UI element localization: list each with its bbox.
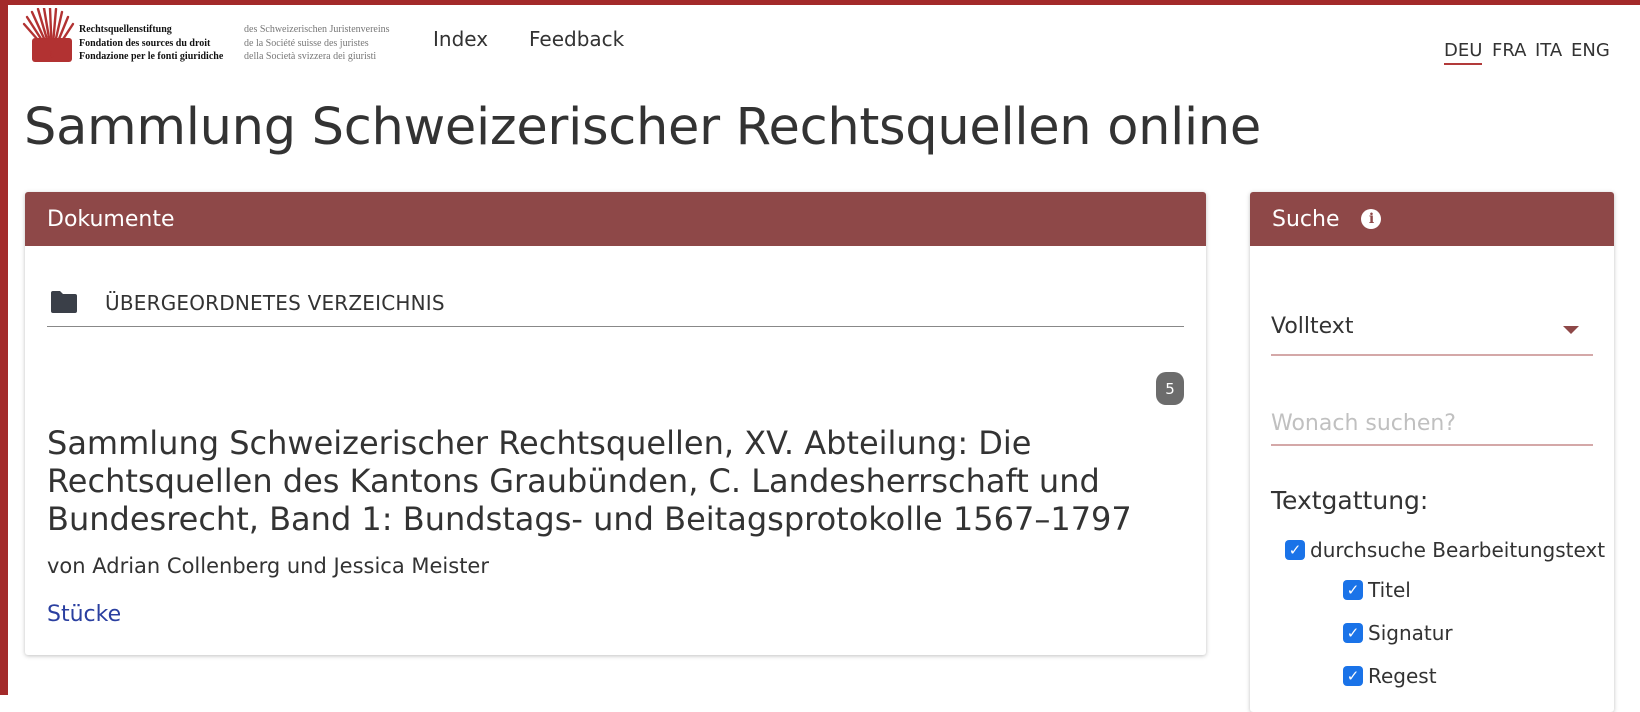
checkbox-title[interactable]: ✓ [1343, 580, 1363, 600]
info-icon[interactable]: i [1361, 209, 1382, 229]
option-summary-label: Regest [1368, 664, 1437, 688]
nav-feedback-link[interactable]: Feedback [529, 27, 624, 51]
option-edit-text[interactable]: ✓ durchsuche Bearbeitungstext [1285, 538, 1605, 562]
search-header-label: Suche [1272, 206, 1340, 232]
search-panel: Suche i Volltext Textgattung: ✓ durchsuc… [1250, 192, 1614, 712]
org-subtitle-fr: de la Société suisse des juristes [244, 37, 369, 49]
search-header: Suche i [1250, 192, 1614, 246]
option-title[interactable]: ✓ Titel [1343, 578, 1411, 602]
pieces-link[interactable]: Stücke [47, 602, 121, 627]
documents-panel: Dokumente ÜBERGEORDNETES VERZEICHNIS 5 S… [25, 192, 1206, 655]
document-authors: von Adrian Collenberg und Jessica Meiste… [47, 554, 489, 578]
caret-down-icon [1563, 326, 1579, 334]
lang-ita[interactable]: ITA [1535, 40, 1562, 61]
left-accent-bar [0, 0, 8, 695]
option-signature-label: Signatur [1368, 621, 1453, 645]
option-summary[interactable]: ✓ Regest [1343, 664, 1437, 688]
parent-directory-label: ÜBERGEORDNETES VERZEICHNIS [105, 291, 445, 315]
top-accent-bar [0, 0, 1640, 5]
option-title-label: Titel [1368, 578, 1411, 602]
option-signature[interactable]: ✓ Signatur [1343, 621, 1453, 645]
checkbox-signature[interactable]: ✓ [1343, 623, 1363, 643]
option-edit-text-label: durchsuche Bearbeitungstext [1310, 538, 1606, 562]
text-genre-label: Textgattung: [1271, 486, 1429, 515]
org-name-it: Fondazione per le fonti giuridiche [79, 51, 224, 62]
org-name-de: Rechtsquellenstiftung [79, 24, 172, 35]
count-badge: 5 [1156, 372, 1184, 405]
checkbox-summary[interactable]: ✓ [1343, 666, 1363, 686]
document-title: Sammlung Schweizerischer Rechtsquellen, … [47, 424, 1132, 538]
nav-index-link[interactable]: Index [433, 27, 488, 51]
parent-directory-link[interactable]: ÜBERGEORDNETES VERZEICHNIS [47, 288, 1184, 327]
org-subtitle: des Schweizerischen Juristenvereins de l… [244, 23, 390, 64]
search-mode-value: Volltext [1271, 314, 1354, 339]
checkbox-edit-text[interactable]: ✓ [1285, 540, 1305, 560]
org-subtitle-it: della Società svizzera dei giuristi [244, 51, 377, 62]
org-subtitle-de: des Schweizerischen Juristenvereins [244, 24, 390, 35]
search-mode-select[interactable]: Volltext [1271, 312, 1593, 356]
search-input[interactable] [1271, 402, 1593, 446]
fan-logo-icon[interactable] [22, 8, 76, 64]
page-title: Sammlung Schweizerischer Rechtsquellen o… [24, 98, 1261, 157]
lang-eng[interactable]: ENG [1571, 40, 1610, 61]
lang-deu[interactable]: DEU [1444, 40, 1483, 65]
folder-icon [51, 291, 77, 313]
documents-header: Dokumente [25, 192, 1206, 246]
org-name: Rechtsquellenstiftung Fondation des sour… [79, 23, 223, 64]
lang-fra[interactable]: FRA [1492, 40, 1526, 61]
org-name-fr: Fondation des sources du droit [79, 37, 211, 49]
